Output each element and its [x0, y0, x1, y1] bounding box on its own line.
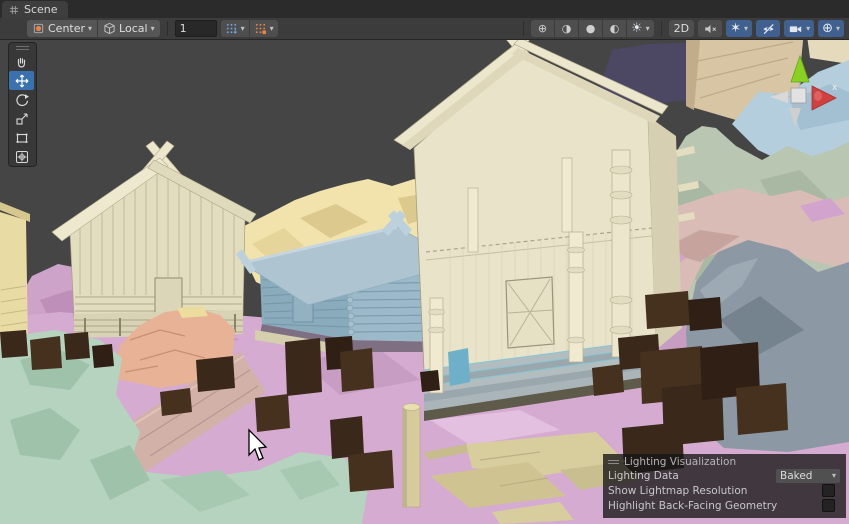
chevron-down-icon: ▾ [806, 25, 810, 33]
tab-label: Scene [24, 3, 58, 16]
tool-rotate[interactable] [9, 90, 34, 109]
handle-settings-group: Center ▾ Local ▾ [27, 20, 160, 37]
scale-icon [14, 111, 30, 127]
highlight-backfacing-checkbox[interactable] [822, 499, 835, 512]
tool-rect[interactable] [9, 128, 34, 147]
tools-overlay-handle[interactable] [9, 43, 36, 52]
gizmo-x-label: x [832, 83, 838, 93]
lighting-data-label: Lighting Data [608, 470, 776, 482]
wireframe-sphere-icon: ⊕ [538, 23, 547, 34]
grid-dots-blue-icon [225, 22, 238, 35]
lighting-data-row: Lighting Data Baked ▾ [608, 468, 841, 483]
chevron-down-icon: ▾ [744, 25, 748, 33]
tab-scene[interactable]: Scene [2, 1, 68, 18]
tools-overlay [8, 42, 37, 167]
draw-mode-wireframe-button[interactable]: ⊕ [531, 20, 555, 37]
rotate-icon [14, 92, 30, 108]
tool-hand[interactable] [9, 52, 34, 71]
chevron-down-icon: ▾ [88, 25, 92, 33]
panel-drag-handle[interactable] [608, 460, 619, 464]
toolbar-separator [661, 21, 662, 36]
highlight-backfacing-label: Highlight Back-Facing Geometry [608, 500, 822, 512]
grid-visibility-button[interactable]: ▾ [221, 20, 250, 37]
chevron-down-icon: ▾ [832, 472, 836, 480]
shaded-sphere-icon: ● [586, 23, 596, 34]
snap-value-input[interactable] [175, 20, 217, 37]
scene-audio-button[interactable] [698, 20, 722, 37]
pivot-icon [32, 22, 45, 35]
sun-icon: ☀ [631, 22, 643, 35]
lit-sphere-icon: ◐ [610, 23, 620, 34]
mode-2d-label: 2D [674, 22, 689, 35]
highlight-backfacing-row: Highlight Back-Facing Geometry [608, 498, 841, 513]
gizmo-center-cube[interactable] [791, 88, 806, 103]
cube-icon [103, 22, 116, 35]
grid-snap-group: ▾ ▾ [221, 20, 278, 37]
tab-bar: Scene [0, 0, 849, 18]
eye-slash-icon [761, 22, 776, 36]
tool-move[interactable] [9, 71, 34, 90]
mode-2d-button[interactable]: 2D [669, 20, 694, 37]
tool-scale[interactable] [9, 109, 34, 128]
chevron-down-icon: ▾ [646, 25, 650, 33]
panel-title: Lighting Visualization [624, 456, 736, 468]
gizmos-menu-button[interactable]: ⊕ ▾ [818, 20, 844, 37]
shaded-wireframe-sphere-icon: ◑ [562, 23, 572, 34]
chevron-down-icon: ▾ [836, 25, 840, 33]
house-yellow-left-edge[interactable] [0, 202, 30, 352]
chevron-down-icon: ▾ [151, 25, 155, 33]
speaker-muted-icon [703, 22, 718, 36]
handle-rotation-label: Local [119, 22, 148, 35]
hand-icon [14, 54, 30, 70]
unity-scene-window: { "tab": { "title": "Scene" }, "toolbar"… [0, 0, 849, 524]
scene-render: x [0, 40, 849, 524]
scene-visibility-button[interactable] [756, 20, 780, 37]
move-icon [14, 73, 30, 89]
handle-rotation-button[interactable]: Local ▾ [98, 20, 160, 37]
show-lightmap-resolution-row: Show Lightmap Resolution [608, 483, 841, 498]
tool-transform[interactable] [9, 147, 34, 166]
pivot-mode-label: Center [48, 22, 85, 35]
show-lightmap-resolution-checkbox[interactable] [822, 484, 835, 497]
chevron-down-icon: ▾ [241, 25, 245, 33]
lighting-data-value: Baked [780, 470, 832, 482]
camera-icon [788, 22, 803, 36]
gizmo-sphere-icon: ⊕ [822, 22, 833, 35]
pivot-mode-button[interactable]: Center ▾ [27, 20, 98, 37]
grid-snapping-button[interactable]: ▾ [250, 20, 278, 37]
draw-mode-lit-button[interactable]: ◐ [603, 20, 627, 37]
effects-star-icon: ✶ [730, 22, 741, 35]
chevron-down-icon: ▾ [270, 25, 274, 33]
lighting-data-dropdown[interactable]: Baked ▾ [776, 469, 840, 483]
grid-dots-orange-icon [254, 22, 267, 35]
draw-mode-shaded-wireframe-button[interactable]: ◑ [555, 20, 579, 37]
lighting-visualization-panel: Lighting Visualization Lighting Data Bak… [603, 454, 846, 518]
grid-icon [9, 5, 19, 15]
scene-lighting-button[interactable]: ☀ ▾ [627, 20, 654, 37]
draw-mode-group: ⊕ ◑ ● ◐ ☀ ▾ [531, 20, 654, 37]
transform-icon [14, 149, 30, 165]
scene-camera-button[interactable]: ▾ [784, 20, 814, 37]
rect-tool-icon [14, 130, 30, 146]
toolbar-separator [523, 21, 524, 36]
scene-effects-button[interactable]: ✶ ▾ [726, 20, 752, 37]
scene-viewport[interactable]: x [0, 40, 849, 524]
scene-toolbar: Center ▾ Local ▾ ▾ [0, 18, 849, 40]
cylinder-post[interactable] [403, 404, 420, 508]
toolbar-separator [167, 21, 168, 36]
show-lightmap-resolution-label: Show Lightmap Resolution [608, 485, 822, 497]
draw-mode-shaded-button[interactable]: ● [579, 20, 603, 37]
